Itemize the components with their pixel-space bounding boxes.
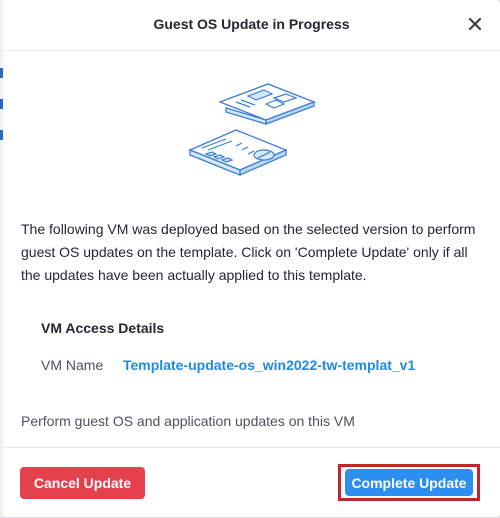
highlight-outline: Complete Update (338, 464, 480, 501)
update-description: The following VM was deployed based on t… (21, 221, 476, 283)
vm-access-details-heading: VM Access Details (41, 320, 165, 336)
vm-name-link[interactable]: Template-update-os_win2022-tw-templat_v1 (123, 357, 415, 373)
perform-updates-text: Perform guest OS and application updates… (21, 413, 355, 429)
guest-os-update-dialog: Guest OS Update in Progress The followin… (3, 0, 500, 517)
documents-illustration-icon (186, 80, 320, 188)
close-icon[interactable] (466, 15, 484, 33)
dialog-footer: Cancel Update Complete Update (3, 447, 500, 518)
vm-name-label: VM Name (41, 357, 104, 373)
dialog-header: Guest OS Update in Progress (3, 0, 500, 51)
cancel-update-button[interactable]: Cancel Update (20, 467, 145, 499)
dialog-title: Guest OS Update in Progress (153, 16, 350, 32)
complete-update-button[interactable]: Complete Update (345, 469, 473, 496)
